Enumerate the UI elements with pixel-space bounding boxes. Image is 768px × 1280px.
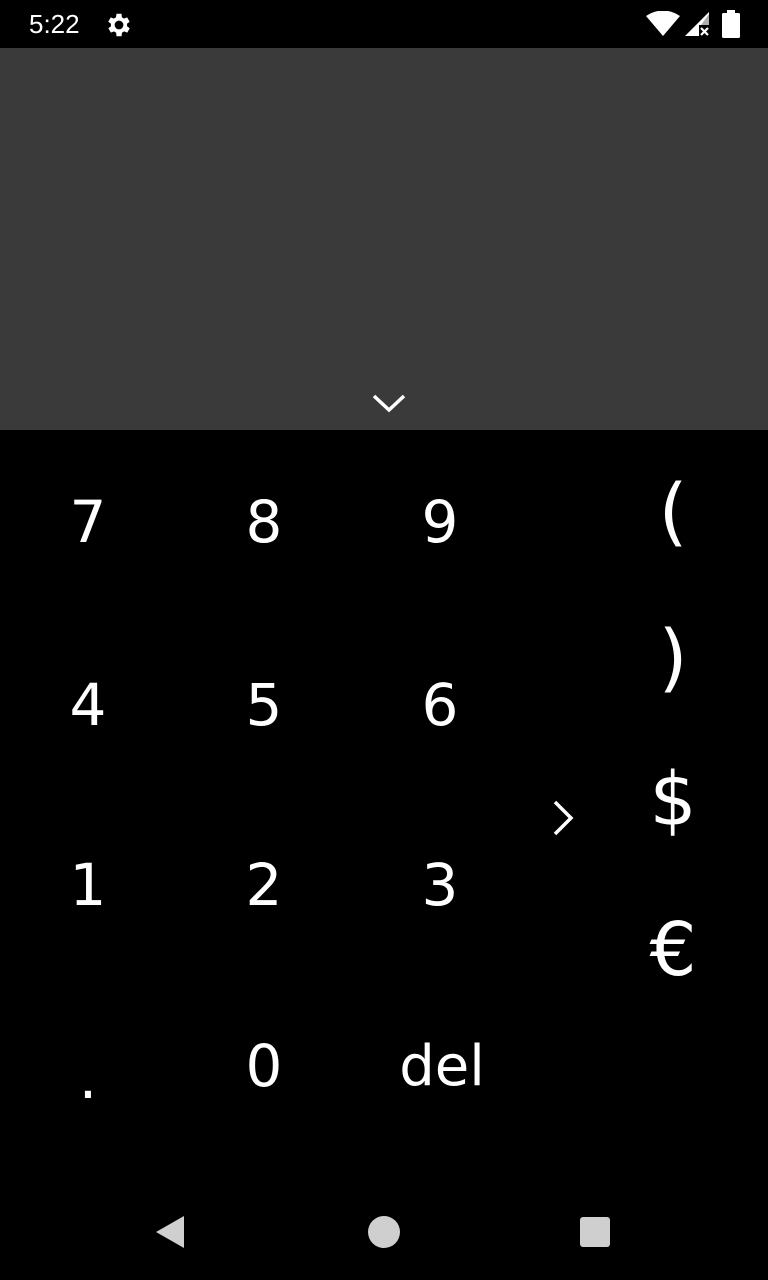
key-8[interactable]: 8: [204, 472, 324, 572]
battery-icon: [722, 10, 740, 38]
key-5[interactable]: 5: [204, 655, 324, 755]
home-icon[interactable]: [368, 1216, 400, 1248]
key-4[interactable]: 4: [28, 655, 148, 755]
recents-icon[interactable]: [580, 1217, 610, 1247]
key-9[interactable]: 9: [380, 472, 500, 572]
signal-icon: [685, 12, 709, 36]
status-bar: 5:22: [0, 0, 768, 48]
key-decimal[interactable]: .: [28, 1028, 148, 1128]
key-open-paren[interactable]: (: [618, 452, 728, 572]
key-0[interactable]: 0: [204, 1016, 324, 1116]
key-2[interactable]: 2: [204, 835, 324, 935]
key-euro[interactable]: €: [618, 890, 728, 1010]
gear-icon: [108, 13, 130, 37]
chevron-down-icon[interactable]: [369, 388, 409, 420]
back-icon[interactable]: [150, 1212, 190, 1252]
key-dollar[interactable]: $: [618, 740, 728, 860]
key-1[interactable]: 1: [28, 835, 148, 935]
key-close-paren[interactable]: ): [618, 598, 728, 718]
wifi-icon: [646, 11, 680, 36]
calculator-display: [0, 48, 768, 430]
key-7[interactable]: 7: [28, 472, 148, 572]
chevron-right-icon[interactable]: [546, 796, 580, 840]
status-time: 5:22: [29, 9, 80, 39]
key-3[interactable]: 3: [380, 835, 500, 935]
delete-button[interactable]: del: [362, 1016, 522, 1116]
key-6[interactable]: 6: [380, 655, 500, 755]
